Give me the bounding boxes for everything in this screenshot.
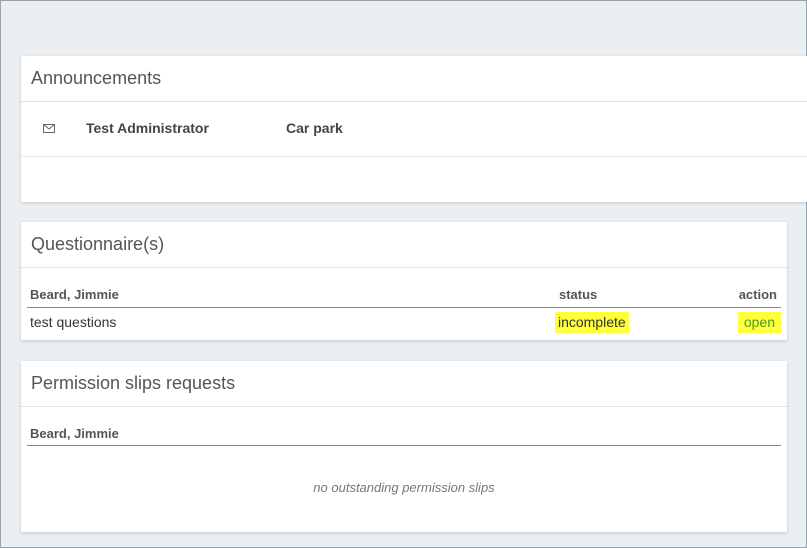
announcement-row[interactable]: Test Administrator Car park bbox=[21, 102, 807, 157]
announcement-subject[interactable]: Car park bbox=[286, 120, 343, 136]
questionnaires-panel: Questionnaire(s) Beard, Jimmie status ac… bbox=[21, 222, 787, 340]
status-badge: incomplete bbox=[555, 312, 629, 333]
questionnaires-table-header: Beard, Jimmie status action bbox=[27, 286, 781, 308]
announcements-panel: Announcements Test Administrator Car par… bbox=[21, 56, 807, 202]
empty-state-message: no outstanding permission slips bbox=[313, 480, 495, 495]
action-header: action bbox=[738, 287, 777, 302]
permission-slips-panel: Permission slips requests Beard, Jimmie … bbox=[21, 361, 787, 532]
student-name-header: Beard, Jimmie bbox=[30, 287, 119, 302]
status-header: status bbox=[559, 287, 598, 302]
permission-slips-table-header: Beard, Jimmie bbox=[27, 425, 781, 446]
announcements-title: Announcements bbox=[21, 56, 807, 102]
open-link[interactable]: open bbox=[737, 312, 781, 333]
table-row: test questions incomplete open bbox=[27, 310, 781, 334]
questionnaires-title: Questionnaire(s) bbox=[21, 222, 787, 268]
announcement-sender: Test Administrator bbox=[86, 120, 209, 136]
permission-slips-title: Permission slips requests bbox=[21, 361, 787, 407]
mail-icon bbox=[43, 121, 55, 133]
questionnaire-name: test questions bbox=[30, 314, 117, 330]
student-name-header: Beard, Jimmie bbox=[30, 426, 119, 441]
